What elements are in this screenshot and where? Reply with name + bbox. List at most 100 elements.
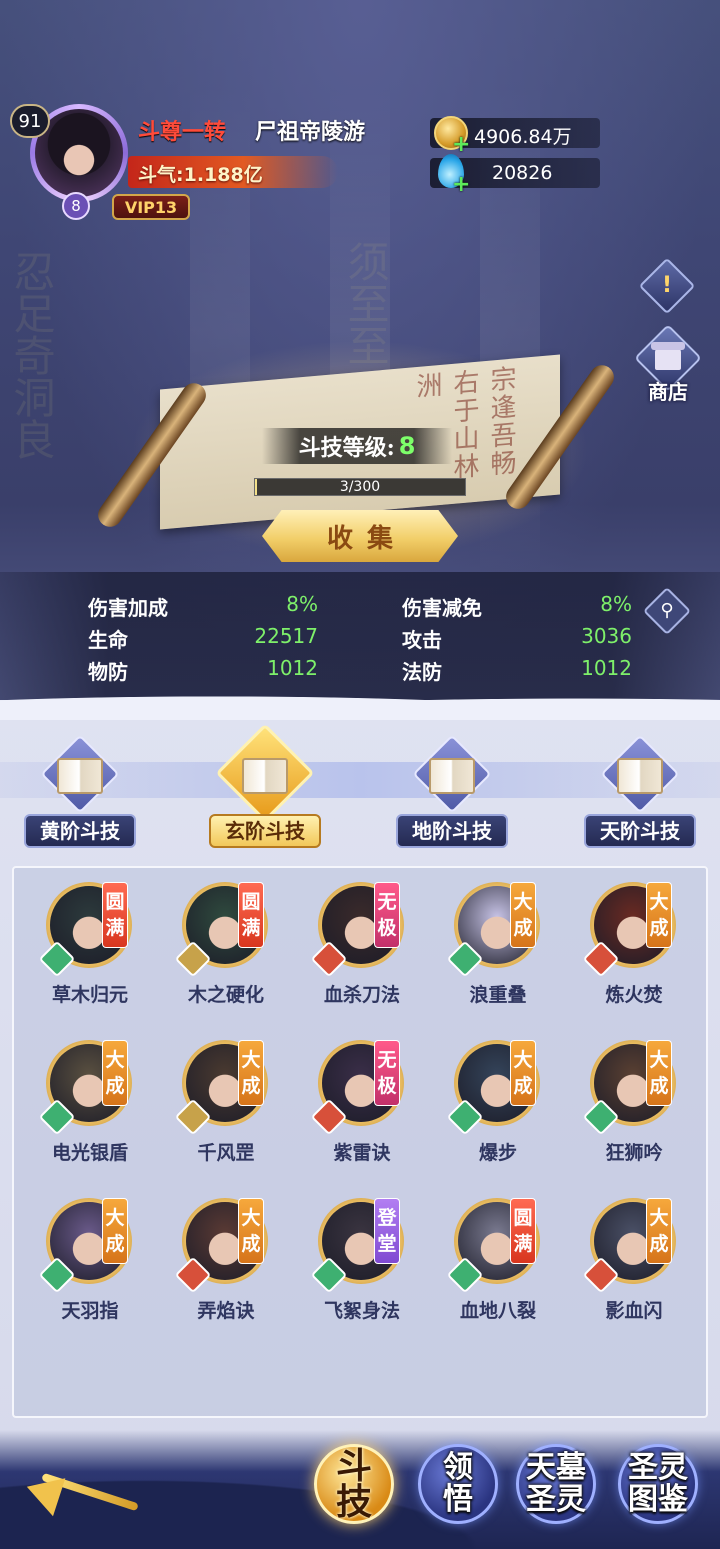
- grade-badge: 大成: [646, 1198, 672, 1264]
- stat-label: 法防: [402, 660, 442, 684]
- skill-card[interactable]: 圆满木之硬化: [158, 868, 288, 1018]
- skill-screen: 忍足奇洞良 须至至 91 8 VIP13 斗尊一转 尸祖帝陵游 斗气:1.188…: [0, 0, 720, 1549]
- shop-button[interactable]: 商店: [634, 324, 702, 406]
- plus-icon[interactable]: +: [452, 132, 470, 157]
- skill-name: 弄焰诀: [197, 1300, 255, 1322]
- skill-card[interactable]: 无极血杀刀法: [294, 868, 424, 1018]
- tab-tier-2[interactable]: 地阶斗技: [372, 734, 532, 848]
- stat-row: 生命 22517 攻击 3036: [0, 624, 720, 654]
- stat-value: 8%: [600, 592, 632, 616]
- stat-label: 伤害减免: [402, 596, 482, 620]
- stat-label: 攻击: [402, 628, 442, 652]
- player-level: 91: [18, 110, 42, 132]
- nav-button-3[interactable]: 圣灵 图鉴: [612, 1438, 704, 1530]
- back-button[interactable]: [20, 1462, 140, 1522]
- power-value: 斗气:1.188亿: [138, 164, 263, 186]
- gold-currency[interactable]: + 4906.84万: [430, 116, 600, 157]
- back-arrow-head: [20, 1467, 66, 1517]
- stat-label: 伤害加成: [88, 596, 168, 620]
- skill-name: 浪重叠: [469, 984, 527, 1006]
- skill-name: 天羽指: [61, 1300, 119, 1322]
- skill-level-label: 斗技等级:: [298, 435, 395, 461]
- shop-label: 商店: [648, 380, 688, 404]
- exclamation-icon: !: [661, 273, 673, 298]
- stat-value: 22517: [254, 624, 318, 648]
- stat-value: 8%: [286, 592, 318, 616]
- scroll-book-icon: [617, 758, 663, 794]
- player-name: 尸祖帝陵游: [255, 119, 366, 145]
- skill-card[interactable]: 大成爆步: [430, 1026, 560, 1176]
- skill-card[interactable]: 大成弄焰诀: [158, 1184, 288, 1334]
- vip-label: VIP13: [124, 197, 178, 217]
- player-level-badge: 91: [10, 104, 50, 138]
- stat-value: 1012: [267, 656, 318, 680]
- grade-badge: 圆满: [102, 882, 128, 948]
- grade-badge: 圆满: [238, 882, 264, 948]
- tab-tier-3[interactable]: 天阶斗技: [560, 734, 720, 848]
- scroll-book-icon: [57, 758, 103, 794]
- stat-row: 物防 1012 法防 1012: [0, 656, 720, 686]
- skill-name: 紫雷诀: [333, 1142, 391, 1164]
- skill-name: 炼火焚: [605, 984, 663, 1006]
- nav-label: 斗 技: [335, 1445, 372, 1523]
- skill-card[interactable]: 大成浪重叠: [430, 868, 560, 1018]
- skill-progress-bar: 3/300: [254, 478, 466, 496]
- grade-badge: 登堂: [374, 1198, 400, 1264]
- grade-badge: 无极: [374, 882, 400, 948]
- skill-card[interactable]: 大成千风罡: [158, 1026, 288, 1176]
- skill-level-plate: 斗技等级: 8: [262, 428, 452, 464]
- grade-badge: 大成: [510, 1040, 536, 1106]
- scroll-book-icon: [429, 758, 475, 794]
- skill-name: 飞絮身法: [323, 1300, 400, 1322]
- tab-tier-1[interactable]: 玄阶斗技: [185, 723, 345, 848]
- stat-value: 1012: [581, 656, 632, 680]
- nav-label: 领 悟: [443, 1450, 473, 1517]
- collect-button[interactable]: 收集: [262, 510, 458, 562]
- player-realm: 斗尊一转: [138, 119, 227, 145]
- nav-button-2[interactable]: 天墓 圣灵: [510, 1438, 602, 1530]
- skill-name: 影血闪: [605, 1300, 663, 1322]
- stat-value: 3036: [581, 624, 632, 648]
- collect-label: 收集: [326, 523, 407, 554]
- skill-name: 草木归元: [51, 984, 128, 1006]
- skill-card[interactable]: 大成电光银盾: [22, 1026, 152, 1176]
- skill-card[interactable]: 登堂飞絮身法: [294, 1184, 424, 1334]
- skill-card[interactable]: 大成狂狮吟: [566, 1026, 696, 1176]
- skill-name: 电光银盾: [51, 1142, 128, 1164]
- nav-button-0[interactable]: 斗 技: [308, 1438, 400, 1530]
- skill-name: 血地八裂: [459, 1300, 536, 1322]
- skill-card[interactable]: 圆满血地八裂: [430, 1184, 560, 1334]
- grade-badge: 大成: [646, 1040, 672, 1106]
- stats-panel: 伤害加成 8% 伤害减免 8% 生命 22517 攻击 3036 物防 1012…: [0, 572, 720, 700]
- cloud-divider: [0, 690, 720, 720]
- grade-badge: 大成: [238, 1040, 264, 1106]
- skill-card[interactable]: 大成天羽指: [22, 1184, 152, 1334]
- skill-name: 血杀刀法: [323, 984, 400, 1006]
- avatar-rank: 8: [71, 197, 81, 215]
- diamond-currency[interactable]: + 20826: [430, 154, 600, 197]
- vip-badge[interactable]: VIP13: [112, 194, 190, 220]
- grade-badge: 无极: [374, 1040, 400, 1106]
- progress-text: 3/300: [339, 479, 381, 495]
- grade-badge: 大成: [102, 1198, 128, 1264]
- skill-card[interactable]: 大成炼火焚: [566, 868, 696, 1018]
- stat-label: 生命: [88, 628, 128, 652]
- grade-badge: 大成: [510, 882, 536, 948]
- plus-icon[interactable]: +: [452, 172, 470, 197]
- grade-badge: 大成: [238, 1198, 264, 1264]
- skill-card[interactable]: 无极紫雷诀: [294, 1026, 424, 1176]
- avatar-rank-badge: 8: [62, 192, 90, 220]
- nav-label: 圣灵 图鉴: [628, 1450, 688, 1517]
- tab-label: 玄阶斗技: [209, 814, 321, 848]
- grade-badge: 圆满: [510, 1198, 536, 1264]
- skill-name: 木之硬化: [187, 984, 264, 1006]
- skill-name: 千风罡: [197, 1142, 255, 1164]
- magnifier-icon: ⚲: [660, 600, 674, 621]
- tab-label: 地阶斗技: [396, 814, 508, 848]
- tab-label: 天阶斗技: [584, 814, 696, 848]
- skill-card[interactable]: 圆满草木归元: [22, 868, 152, 1018]
- tab-tier-0[interactable]: 黄阶斗技: [0, 734, 160, 848]
- grade-badge: 大成: [646, 882, 672, 948]
- skill-card[interactable]: 大成影血闪: [566, 1184, 696, 1334]
- nav-button-1[interactable]: 领 悟: [412, 1438, 504, 1530]
